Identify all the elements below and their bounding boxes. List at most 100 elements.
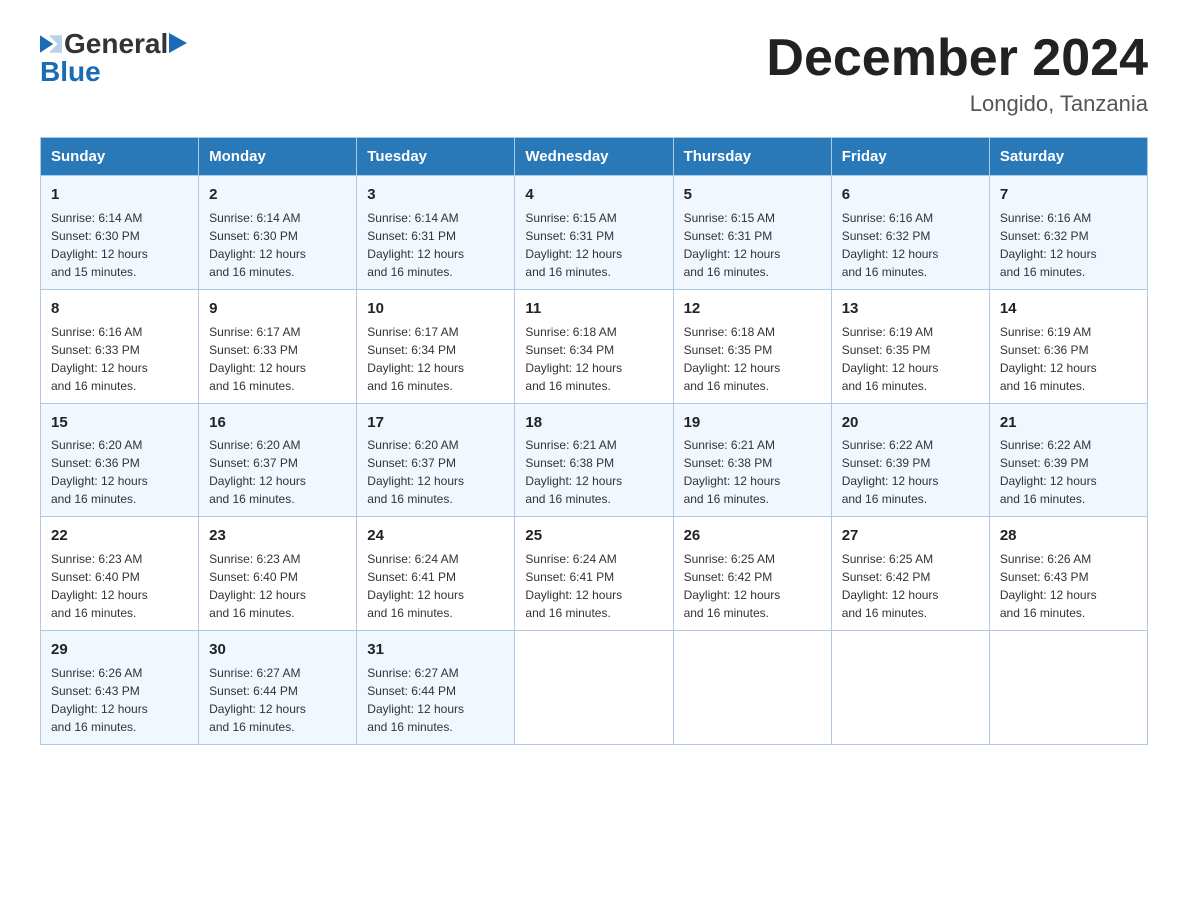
calendar-day-cell <box>989 631 1147 745</box>
calendar-day-cell: 3 Sunrise: 6:14 AMSunset: 6:31 PMDaylight… <box>357 176 515 290</box>
day-number: 31 <box>367 639 504 661</box>
day-number: 21 <box>1000 412 1137 434</box>
calendar-day-cell: 29 Sunrise: 6:26 AMSunset: 6:43 PMDayligh… <box>41 631 199 745</box>
logo-general-text: General <box>64 30 168 58</box>
calendar-day-cell: 20Sunrise: 6:22 AMSunset: 6:39 PMDayligh… <box>831 403 989 517</box>
weekday-header-thursday: Thursday <box>673 138 831 176</box>
day-number: 18 <box>525 412 662 434</box>
day-info: Sunrise: 6:22 AMSunset: 6:39 PMDaylight:… <box>842 436 979 508</box>
day-number: 20 <box>842 412 979 434</box>
calendar-day-cell: 30 Sunrise: 6:27 AMSunset: 6:44 PMDayligh… <box>199 631 357 745</box>
calendar-day-cell: 27Sunrise: 6:25 AMSunset: 6:42 PMDayligh… <box>831 517 989 631</box>
page-header: General Blue December 2024 Longido, Tanz… <box>40 30 1148 117</box>
day-number: 15 <box>51 412 188 434</box>
calendar-day-cell: 11 Sunrise: 6:18 AMSunset: 6:34 PMDayligh… <box>515 289 673 403</box>
day-number: 23 <box>209 525 346 547</box>
day-number: 14 <box>1000 298 1137 320</box>
location-text: Longido, Tanzania <box>766 91 1148 117</box>
day-number: 19 <box>684 412 821 434</box>
calendar-day-cell: 5 Sunrise: 6:15 AMSunset: 6:31 PMDaylight… <box>673 176 831 290</box>
day-info: Sunrise: 6:17 AMSunset: 6:34 PMDaylight:… <box>367 323 504 395</box>
calendar-day-cell: 8Sunrise: 6:16 AMSunset: 6:33 PMDaylight… <box>41 289 199 403</box>
day-info: Sunrise: 6:15 AMSunset: 6:31 PMDaylight:… <box>684 209 821 281</box>
day-number: 24 <box>367 525 504 547</box>
title-block: December 2024 Longido, Tanzania <box>766 30 1148 117</box>
day-number: 3 <box>367 184 504 206</box>
weekday-header-saturday: Saturday <box>989 138 1147 176</box>
day-number: 27 <box>842 525 979 547</box>
day-info: Sunrise: 6:19 AMSunset: 6:35 PMDaylight:… <box>842 323 979 395</box>
day-info: Sunrise: 6:21 AMSunset: 6:38 PMDaylight:… <box>684 436 821 508</box>
day-info: Sunrise: 6:18 AMSunset: 6:34 PMDaylight:… <box>525 323 662 395</box>
calendar-day-cell: 15Sunrise: 6:20 AMSunset: 6:36 PMDayligh… <box>41 403 199 517</box>
day-info: Sunrise: 6:14 AMSunset: 6:31 PMDaylight:… <box>367 209 504 281</box>
day-info: Sunrise: 6:14 AMSunset: 6:30 PMDaylight:… <box>209 209 346 281</box>
calendar-day-cell: 21Sunrise: 6:22 AMSunset: 6:39 PMDayligh… <box>989 403 1147 517</box>
calendar-day-cell: 31 Sunrise: 6:27 AMSunset: 6:44 PMDayligh… <box>357 631 515 745</box>
calendar-day-cell: 18Sunrise: 6:21 AMSunset: 6:38 PMDayligh… <box>515 403 673 517</box>
day-number: 6 <box>842 184 979 206</box>
day-info: Sunrise: 6:20 AMSunset: 6:36 PMDaylight:… <box>51 436 188 508</box>
day-number: 30 <box>209 639 346 661</box>
day-number: 16 <box>209 412 346 434</box>
calendar-day-cell: 23 Sunrise: 6:23 AMSunset: 6:40 PMDayligh… <box>199 517 357 631</box>
day-info: Sunrise: 6:27 AMSunset: 6:44 PMDaylight:… <box>367 664 504 736</box>
day-info: Sunrise: 6:26 AMSunset: 6:43 PMDaylight:… <box>51 664 188 736</box>
calendar-table: SundayMondayTuesdayWednesdayThursdayFrid… <box>40 137 1148 745</box>
day-info: Sunrise: 6:20 AMSunset: 6:37 PMDaylight:… <box>367 436 504 508</box>
weekday-header-wednesday: Wednesday <box>515 138 673 176</box>
calendar-week-row: 1 Sunrise: 6:14 AMSunset: 6:30 PMDaylight… <box>41 176 1148 290</box>
day-number: 25 <box>525 525 662 547</box>
weekday-header-friday: Friday <box>831 138 989 176</box>
day-number: 5 <box>684 184 821 206</box>
day-info: Sunrise: 6:22 AMSunset: 6:39 PMDaylight:… <box>1000 436 1137 508</box>
day-info: Sunrise: 6:15 AMSunset: 6:31 PMDaylight:… <box>525 209 662 281</box>
logo-icon <box>40 33 62 55</box>
calendar-day-cell: 4 Sunrise: 6:15 AMSunset: 6:31 PMDaylight… <box>515 176 673 290</box>
weekday-header-row: SundayMondayTuesdayWednesdayThursdayFrid… <box>41 138 1148 176</box>
day-info: Sunrise: 6:20 AMSunset: 6:37 PMDaylight:… <box>209 436 346 508</box>
calendar-day-cell: 13 Sunrise: 6:19 AMSunset: 6:35 PMDayligh… <box>831 289 989 403</box>
calendar-day-cell: 22Sunrise: 6:23 AMSunset: 6:40 PMDayligh… <box>41 517 199 631</box>
calendar-day-cell: 19Sunrise: 6:21 AMSunset: 6:38 PMDayligh… <box>673 403 831 517</box>
day-info: Sunrise: 6:23 AMSunset: 6:40 PMDaylight:… <box>209 550 346 622</box>
day-info: Sunrise: 6:23 AMSunset: 6:40 PMDaylight:… <box>51 550 188 622</box>
calendar-week-row: 29 Sunrise: 6:26 AMSunset: 6:43 PMDayligh… <box>41 631 1148 745</box>
day-number: 11 <box>525 298 662 320</box>
calendar-week-row: 15Sunrise: 6:20 AMSunset: 6:36 PMDayligh… <box>41 403 1148 517</box>
calendar-day-cell: 12Sunrise: 6:18 AMSunset: 6:35 PMDayligh… <box>673 289 831 403</box>
calendar-day-cell: 28Sunrise: 6:26 AMSunset: 6:43 PMDayligh… <box>989 517 1147 631</box>
day-info: Sunrise: 6:14 AMSunset: 6:30 PMDaylight:… <box>51 209 188 281</box>
calendar-week-row: 22Sunrise: 6:23 AMSunset: 6:40 PMDayligh… <box>41 517 1148 631</box>
day-info: Sunrise: 6:27 AMSunset: 6:44 PMDaylight:… <box>209 664 346 736</box>
day-number: 29 <box>51 639 188 661</box>
calendar-day-cell: 1 Sunrise: 6:14 AMSunset: 6:30 PMDaylight… <box>41 176 199 290</box>
day-info: Sunrise: 6:16 AMSunset: 6:33 PMDaylight:… <box>51 323 188 395</box>
day-info: Sunrise: 6:26 AMSunset: 6:43 PMDaylight:… <box>1000 550 1137 622</box>
day-number: 2 <box>209 184 346 206</box>
day-info: Sunrise: 6:24 AMSunset: 6:41 PMDaylight:… <box>367 550 504 622</box>
calendar-day-cell <box>831 631 989 745</box>
logo-blue-text: Blue <box>40 58 101 86</box>
day-info: Sunrise: 6:19 AMSunset: 6:36 PMDaylight:… <box>1000 323 1137 395</box>
day-number: 17 <box>367 412 504 434</box>
calendar-day-cell: 9Sunrise: 6:17 AMSunset: 6:33 PMDaylight… <box>199 289 357 403</box>
day-info: Sunrise: 6:17 AMSunset: 6:33 PMDaylight:… <box>209 323 346 395</box>
month-title: December 2024 <box>766 30 1148 87</box>
day-number: 26 <box>684 525 821 547</box>
day-info: Sunrise: 6:18 AMSunset: 6:35 PMDaylight:… <box>684 323 821 395</box>
day-number: 1 <box>51 184 188 206</box>
calendar-day-cell: 25Sunrise: 6:24 AMSunset: 6:41 PMDayligh… <box>515 517 673 631</box>
day-info: Sunrise: 6:21 AMSunset: 6:38 PMDaylight:… <box>525 436 662 508</box>
calendar-day-cell: 17Sunrise: 6:20 AMSunset: 6:37 PMDayligh… <box>357 403 515 517</box>
day-number: 13 <box>842 298 979 320</box>
day-number: 10 <box>367 298 504 320</box>
day-info: Sunrise: 6:25 AMSunset: 6:42 PMDaylight:… <box>684 550 821 622</box>
calendar-day-cell: 26 Sunrise: 6:25 AMSunset: 6:42 PMDayligh… <box>673 517 831 631</box>
weekday-header-monday: Monday <box>199 138 357 176</box>
calendar-day-cell: 10 Sunrise: 6:17 AMSunset: 6:34 PMDayligh… <box>357 289 515 403</box>
day-number: 4 <box>525 184 662 206</box>
day-number: 7 <box>1000 184 1137 206</box>
calendar-day-cell: 6Sunrise: 6:16 AMSunset: 6:32 PMDaylight… <box>831 176 989 290</box>
logo-triangle-icon <box>169 33 187 53</box>
